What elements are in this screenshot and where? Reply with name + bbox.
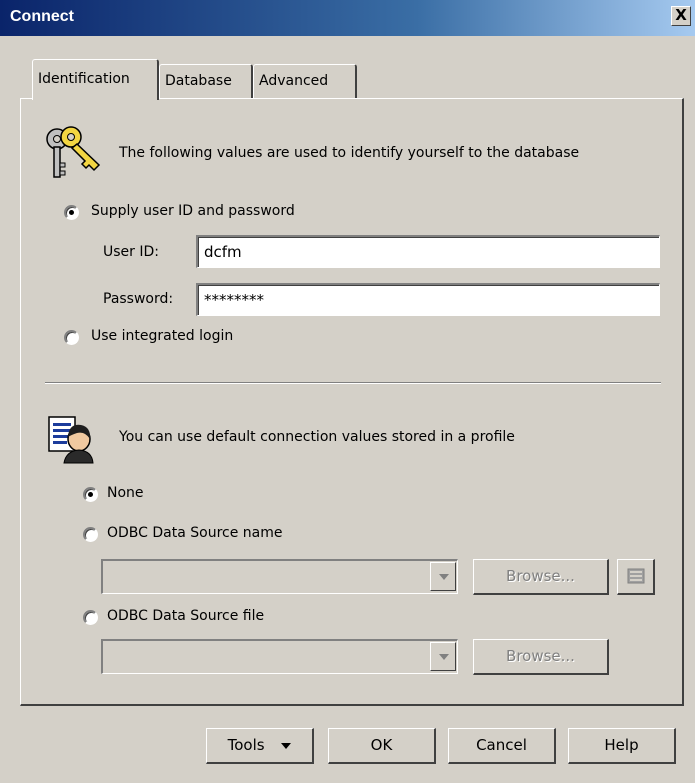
chevron-down-icon[interactable] [430,642,456,671]
tools-button[interactable]: Tools [206,728,314,764]
profile-person-icon [48,416,94,464]
odbc-dsn-radio[interactable] [83,527,98,542]
odbc-file-radio[interactable] [83,610,98,625]
odbc-administrator-button[interactable] [617,559,655,595]
user-id-input[interactable]: dcfm [196,235,660,268]
tab-database[interactable]: Database [159,64,253,98]
integrated-login-radio[interactable] [64,330,79,345]
radio-selected-dot [69,210,74,215]
tab-database-label: Database [165,73,232,89]
integrated-login-label[interactable]: Use integrated login [91,328,233,344]
close-button[interactable]: X [671,6,691,26]
title-bar: Connect X [0,0,695,36]
profile-none-label[interactable]: None [107,485,144,501]
tab-advanced-label: Advanced [259,73,329,89]
window-title: Connect [10,8,74,25]
profile-none-radio[interactable] [83,487,98,502]
profile-intro: You can use default connection values st… [119,429,515,445]
cancel-button[interactable]: Cancel [448,728,556,764]
tab-advanced[interactable]: Advanced [253,64,357,98]
identification-intro: The following values are used to identif… [119,145,580,161]
tab-identification-label: Identification [38,71,130,87]
help-button[interactable]: Help [568,728,676,764]
dropdown-arrow-icon [281,742,292,749]
password-input[interactable]: ******** [196,283,660,316]
file-browse-button[interactable]: Browse... [473,639,609,675]
odbc-dsn-label[interactable]: ODBC Data Source name [107,525,283,541]
close-icon: X [675,6,687,24]
section-divider [45,382,661,384]
password-label: Password: [103,291,174,307]
odbc-dsn-select[interactable] [101,559,458,594]
keys-icon [46,126,101,178]
tab-identification[interactable]: Identification [32,59,159,100]
odbc-file-select[interactable] [101,639,458,674]
supply-userid-radio[interactable] [64,205,79,220]
odbc-file-label[interactable]: ODBC Data Source file [107,608,264,624]
ok-button[interactable]: OK [328,728,436,764]
radio-selected-dot [88,492,93,497]
odbc-administrator-icon [627,568,644,584]
chevron-down-icon[interactable] [430,562,456,591]
tools-label: Tools [227,736,265,754]
user-id-label: User ID: [103,244,159,260]
identification-panel: The following values are used to identif… [20,98,684,706]
supply-userid-label[interactable]: Supply user ID and password [91,203,295,219]
dsn-browse-button[interactable]: Browse... [473,559,609,595]
